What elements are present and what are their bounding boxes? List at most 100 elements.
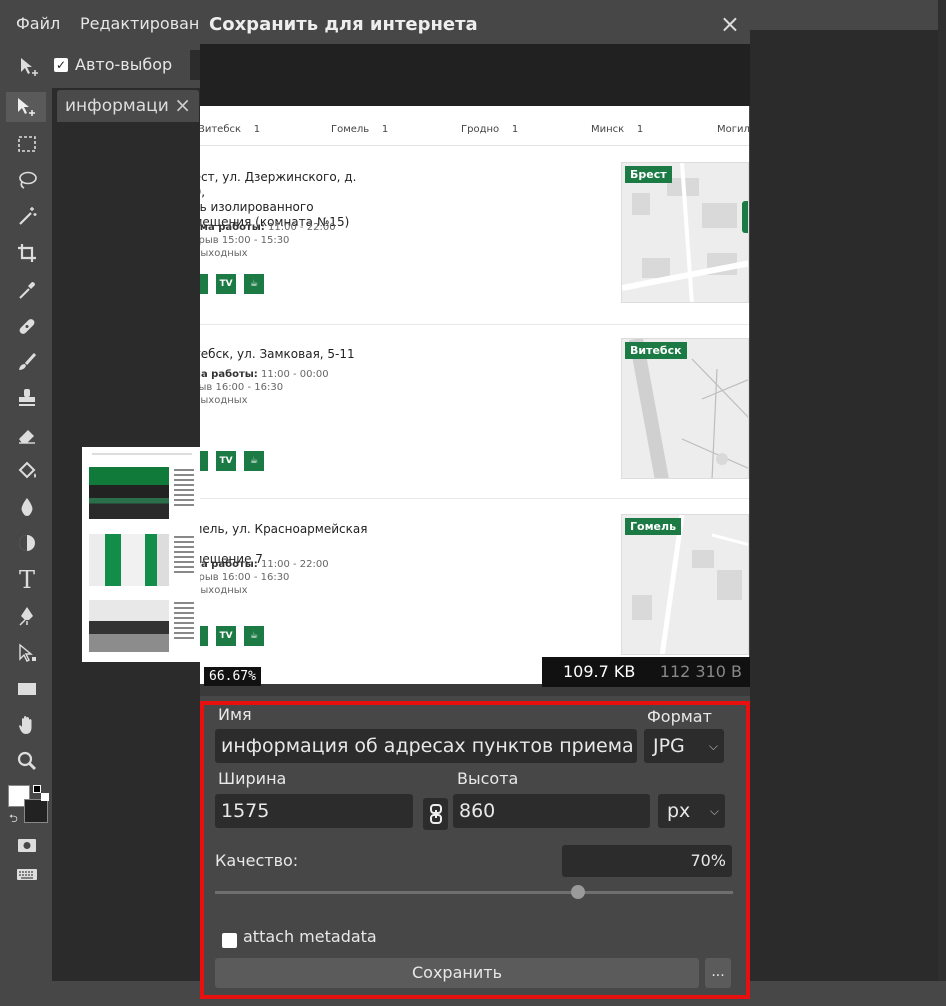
eraser-tool[interactable]: [10, 420, 44, 450]
attach-metadata-label: attach metadata: [243, 927, 377, 946]
move-icon: [18, 98, 35, 116]
keyboard-tool[interactable]: [10, 859, 44, 889]
eraser-icon: [19, 430, 35, 444]
document-tab[interactable]: информаци ×: [57, 90, 199, 122]
path-select-tool[interactable]: [10, 638, 44, 668]
move-tool[interactable]: [6, 92, 46, 122]
dodge-icon: [19, 535, 35, 551]
brush-tool[interactable]: [10, 347, 44, 377]
quick-mask-tool[interactable]: [10, 830, 44, 860]
height-label: Высота: [457, 769, 519, 788]
rectangle-icon: [18, 683, 36, 695]
attach-metadata-checkbox[interactable]: [222, 933, 237, 948]
file-size-badge: 109.7 KB 112 310 B: [542, 657, 750, 687]
quality-input[interactable]: 70%: [562, 845, 732, 877]
map-streets: [629, 339, 748, 478]
options-dropdown[interactable]: [190, 50, 200, 80]
menu-file[interactable]: Файл: [16, 14, 60, 33]
map-thumbnail: Гомель: [621, 514, 749, 655]
city-tab: Гродно 1: [461, 124, 519, 135]
mask-icon: [18, 839, 36, 852]
quality-slider[interactable]: [215, 891, 733, 894]
pen-tool[interactable]: [10, 601, 44, 631]
type-icon: T: [18, 566, 35, 594]
magnifier-icon: [17, 751, 37, 771]
zoom-tool[interactable]: [10, 746, 44, 776]
hand-tool[interactable]: [10, 710, 44, 740]
type-tool[interactable]: T: [10, 565, 44, 595]
marquee-tool[interactable]: [10, 129, 44, 159]
width-input[interactable]: 1575: [215, 794, 413, 828]
stamp-tool[interactable]: [10, 383, 44, 413]
map-streets: [632, 515, 748, 654]
lasso-tool[interactable]: [10, 165, 44, 195]
format-select[interactable]: JPG ⌵: [644, 729, 724, 763]
canvas-document-thumbnail: [82, 447, 200, 662]
swap-colors-icon[interactable]: ⮌: [9, 810, 18, 829]
tv-icon: TV: [216, 451, 236, 471]
eyedropper-icon: [19, 282, 35, 299]
rectangle-tool[interactable]: [10, 674, 44, 704]
quality-slider-thumb[interactable]: [570, 885, 585, 899]
background-color-swatch[interactable]: [24, 799, 48, 823]
quality-label: Качество:: [215, 851, 299, 870]
unit-value: px: [667, 800, 691, 822]
pen-icon: [19, 607, 33, 626]
city-tab: Минск 1: [591, 124, 644, 135]
city-tab: Гомель 1: [331, 124, 389, 135]
coffee-icon: ☕: [244, 626, 264, 646]
tv-icon: TV: [216, 274, 236, 294]
height-input[interactable]: 860: [453, 794, 650, 828]
right-edge-strip: [938, 0, 946, 1006]
move-tool-icon: [18, 56, 40, 82]
coffee-icon: ☕: [244, 451, 264, 471]
healing-tool[interactable]: [10, 311, 44, 341]
dialog-close-icon[interactable]: ×: [720, 10, 740, 38]
map-city-label: Брест: [625, 166, 672, 183]
lasso-icon: [19, 171, 37, 189]
direct-select-icon: [19, 643, 36, 662]
entry-address: итебск, ул. Замковая, 5-11: [200, 347, 355, 361]
thumb-text-2: [174, 536, 194, 576]
default-colors-icon[interactable]: [33, 785, 41, 793]
more-options-button[interactable]: ...: [705, 958, 731, 988]
chain-link-icon: [429, 804, 442, 824]
city-tabs: Витебск 1 Гомель 1 Гродно 1 Минск 1 Моги…: [200, 106, 749, 146]
map-city-label: Витебск: [625, 342, 687, 359]
map-city-label: Гомель: [625, 518, 682, 535]
eyedropper-tool[interactable]: [10, 275, 44, 305]
keyboard-icon: [17, 869, 37, 880]
auto-select-label: Авто-выбор: [75, 55, 173, 74]
document-tab-close-icon[interactable]: ×: [174, 93, 191, 117]
compressed-size: 109.7 KB: [563, 662, 636, 681]
marquee-icon: [18, 136, 36, 152]
brush-icon: [19, 352, 37, 370]
magic-wand-icon: [19, 207, 37, 225]
map-streets: [622, 163, 748, 302]
city-tab: Могил: [717, 124, 749, 135]
fill-tool[interactable]: [10, 456, 44, 486]
auto-select-checkbox[interactable]: ✓: [54, 58, 68, 72]
thumb-photo-1: [89, 467, 169, 519]
entry-hours: ема работы: 11:00 - 22:00 рерыв 16:00 - …: [200, 559, 329, 596]
feature-icon: [200, 626, 208, 646]
crop-tool[interactable]: [10, 238, 44, 268]
feature-icon: [200, 274, 208, 294]
blur-tool[interactable]: [10, 492, 44, 522]
file-name-input[interactable]: информация об адресах пунктов приема ста…: [215, 729, 637, 763]
default-colors-icon-bg: [41, 793, 49, 801]
export-settings-panel: Имя информация об адресах пунктов приема…: [200, 701, 750, 999]
preview-top-area: [200, 44, 750, 106]
dodge-tool[interactable]: [10, 528, 44, 558]
image-preview[interactable]: Витебск 1 Гомель 1 Гродно 1 Минск 1 Моги…: [200, 106, 749, 684]
save-button[interactable]: Сохранить: [215, 958, 699, 988]
menu-edit[interactable]: Редактировани: [80, 14, 210, 33]
chevron-down-icon: ⌵: [708, 739, 718, 753]
magic-wand-tool[interactable]: [10, 201, 44, 231]
document-tab-title: информаци: [65, 96, 169, 116]
constrain-proportions-button[interactable]: [423, 798, 448, 830]
original-size: 112 310 B: [659, 662, 742, 681]
thumb-header-line: [92, 453, 192, 455]
unit-select[interactable]: px ⌵: [658, 794, 725, 828]
zoom-level: 66.67%: [204, 667, 261, 686]
